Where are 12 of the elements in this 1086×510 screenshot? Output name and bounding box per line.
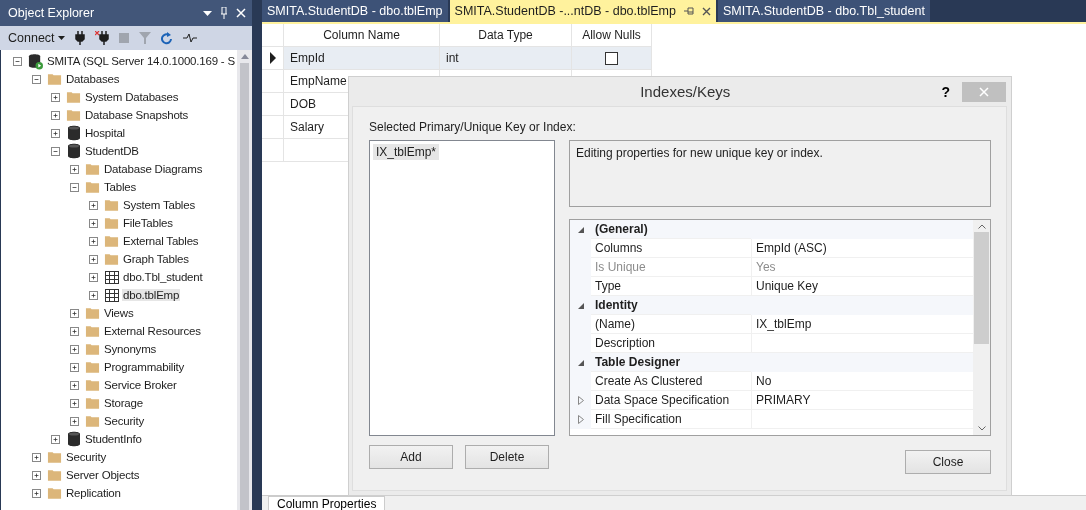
property-name: Type (591, 277, 751, 296)
property-name: Data Space Specification (591, 391, 751, 410)
property-name: Columns (591, 239, 751, 258)
list-label: Selected Primary/Unique Key or Index: (369, 120, 577, 134)
property-name: Description (591, 334, 751, 353)
property-name: (Name) (591, 315, 751, 334)
property-name: Is Unique (591, 258, 751, 277)
panel-title: Object Explorer (8, 6, 96, 20)
description-text: Editing properties for new unique key or index. (569, 140, 991, 207)
dialog-title: Indexes/Keys (639, 83, 732, 100)
property-name: Create As Clustered (591, 372, 751, 391)
property-name: Fill Specification (591, 410, 751, 429)
